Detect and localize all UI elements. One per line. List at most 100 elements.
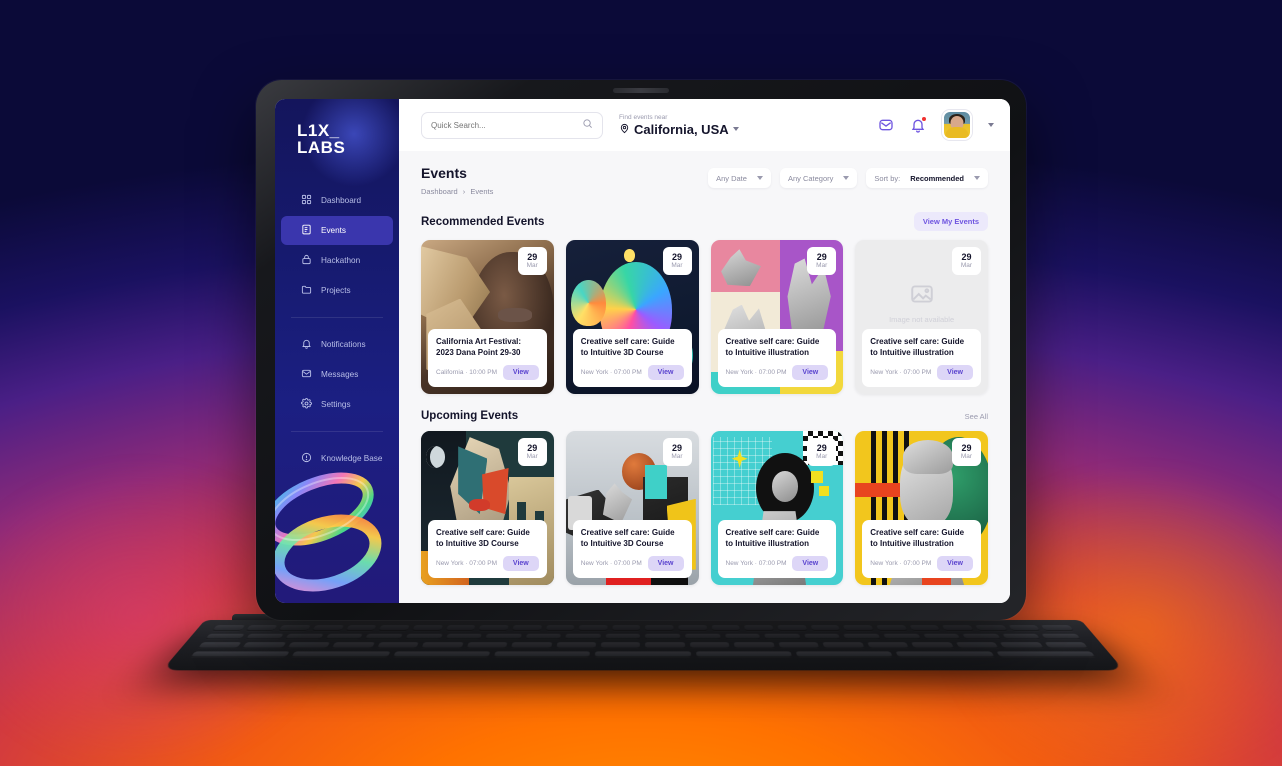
upcoming-events-grid: 29 Mar Creative self care: Guide to Intuit… bbox=[421, 431, 988, 585]
breadcrumb-current: Events bbox=[470, 187, 494, 196]
event-meta: New York · 07:00 PM bbox=[725, 369, 787, 376]
event-view-button[interactable]: View bbox=[647, 365, 684, 380]
event-card-footer: California · 10:00 PM View bbox=[436, 365, 539, 380]
event-title: Creative self care: Guide to Intuitive i… bbox=[870, 337, 965, 357]
event-view-button[interactable]: View bbox=[792, 365, 829, 380]
event-card[interactable]: 29 Mar California Art Festival: 2023 Dana … bbox=[421, 240, 554, 394]
sidebar-item-dashboard[interactable]: Dashboard bbox=[281, 186, 393, 215]
keyboard-key bbox=[493, 651, 591, 658]
filter-sort-by[interactable]: Sort by: Recommended bbox=[866, 168, 988, 188]
event-card[interactable]: 29 Mar Creative self care: Guide to Intuit… bbox=[421, 431, 554, 585]
location-pin-icon bbox=[619, 122, 630, 137]
event-date-day: 29 bbox=[961, 252, 972, 262]
location-selector[interactable]: Find events near California, USA bbox=[619, 114, 739, 137]
event-card[interactable]: 29 Mar Creative self care: Guide to Intuit… bbox=[565, 240, 699, 394]
scene: L1X_ LABS Dashboard Events Hackathon Pro… bbox=[0, 0, 1282, 766]
topbar: Find events near California, USA bbox=[399, 99, 1010, 151]
event-date-month: Mar bbox=[526, 453, 538, 460]
keyboard-key bbox=[695, 651, 793, 658]
event-card[interactable]: 29 Mar Creative self care: Guide to Intuit… bbox=[710, 240, 844, 394]
event-card[interactable]: 29 Mar Creative self care: Guide to Intuit… bbox=[710, 431, 844, 585]
keyboard-dock bbox=[161, 620, 1125, 671]
event-date-day: 29 bbox=[527, 443, 538, 453]
keyboard-key bbox=[867, 642, 909, 649]
event-date-month: Mar bbox=[671, 453, 683, 460]
search-box[interactable] bbox=[421, 111, 603, 139]
keyboard-key bbox=[778, 642, 820, 649]
image-placeholder-text: Image not available bbox=[889, 314, 955, 324]
event-card-info: Creative self care: Guide to Intuitive i… bbox=[717, 520, 837, 578]
event-view-button[interactable]: View bbox=[502, 556, 539, 571]
sidebar-item-messages[interactable]: Messages bbox=[281, 360, 393, 389]
notifications-button[interactable] bbox=[910, 116, 927, 133]
keyboard-key bbox=[1044, 642, 1089, 649]
sidebar-item-projects[interactable]: Projects bbox=[281, 276, 393, 305]
event-date-badge: 29 Mar bbox=[517, 247, 547, 275]
event-view-button[interactable]: View bbox=[647, 556, 684, 571]
event-date-day: 29 bbox=[816, 252, 827, 262]
event-view-button[interactable]: View bbox=[792, 556, 829, 571]
event-date-badge: 29 Mar bbox=[807, 438, 837, 466]
sidebar-item-knowledge-base[interactable]: Knowledge Base bbox=[281, 444, 393, 473]
keyboard-key bbox=[612, 625, 641, 631]
search-input[interactable] bbox=[431, 120, 576, 130]
location-label: Find events near bbox=[619, 113, 668, 121]
avatar-body bbox=[945, 127, 969, 138]
event-view-button[interactable]: View bbox=[937, 365, 973, 380]
event-date-month: Mar bbox=[671, 262, 683, 269]
event-title: Creative self care: Guide to Intuitive i… bbox=[870, 528, 965, 548]
app-logo[interactable]: L1X_ LABS bbox=[275, 99, 399, 156]
sidebar-item-events[interactable]: Events bbox=[281, 216, 393, 245]
breadcrumb: Dashboard › Events bbox=[421, 187, 493, 196]
event-view-button[interactable]: View bbox=[937, 556, 973, 571]
event-card[interactable]: Image not available 29 Mar Creative self ca… bbox=[855, 240, 988, 394]
filter-any-category[interactable]: Any Category bbox=[779, 168, 858, 188]
keyboard-key bbox=[466, 642, 508, 649]
breadcrumb-root[interactable]: Dashboard bbox=[421, 187, 458, 196]
keyboard-key bbox=[689, 642, 730, 649]
keyboard-key bbox=[678, 625, 708, 631]
view-my-events-button[interactable]: View My Events bbox=[913, 212, 988, 231]
keyboard-key bbox=[685, 633, 721, 640]
messages-button[interactable] bbox=[878, 117, 894, 133]
keyboard-key bbox=[734, 642, 775, 649]
account-chevron-down-icon[interactable] bbox=[988, 123, 994, 127]
event-card-info: Creative self care: Guide to Intuitive i… bbox=[862, 329, 981, 387]
keyboard-key bbox=[525, 633, 562, 640]
event-card[interactable]: 29 Mar Creative self care: Guide to Intuit… bbox=[565, 431, 699, 585]
event-date-badge: 29 Mar bbox=[952, 247, 981, 275]
chevron-down-icon[interactable] bbox=[732, 127, 739, 131]
keyboard-key bbox=[365, 633, 403, 640]
see-all-link[interactable]: See All bbox=[965, 412, 988, 421]
keyboard-key bbox=[291, 651, 391, 658]
filter-label: Any Category bbox=[787, 173, 834, 183]
filter-any-date[interactable]: Any Date bbox=[708, 168, 771, 188]
keyboard-key bbox=[764, 633, 801, 640]
keyboard-key bbox=[190, 651, 291, 658]
keyboard-key bbox=[565, 633, 601, 640]
sidebar-item-hackathon[interactable]: Hackathon bbox=[281, 246, 393, 275]
avatar[interactable] bbox=[942, 110, 972, 140]
keyboard-key bbox=[212, 625, 245, 631]
keyboard-key bbox=[405, 633, 443, 640]
sidebar-item-settings[interactable]: Settings bbox=[281, 390, 393, 419]
chevron-down-icon bbox=[756, 176, 763, 180]
event-date-badge: 29 Mar bbox=[517, 438, 547, 466]
info-icon bbox=[301, 452, 312, 465]
event-card[interactable]: 29 Mar Creative self care: Guide to Intuit… bbox=[855, 431, 988, 585]
main-content: Find events near California, USA bbox=[399, 99, 1010, 603]
event-meta: California · 10:00 PM bbox=[436, 369, 498, 376]
event-view-button[interactable]: View bbox=[502, 365, 539, 380]
upcoming-title: Upcoming Events bbox=[421, 410, 519, 422]
grid-icon bbox=[301, 194, 312, 207]
event-title: Creative self care: Guide to Intuitive i… bbox=[725, 528, 820, 548]
sidebar-item-notifications[interactable]: Notifications bbox=[281, 330, 393, 359]
sidebar-divider-1 bbox=[291, 317, 383, 318]
keyboard-key bbox=[883, 633, 921, 640]
keyboard-key bbox=[777, 625, 808, 631]
lock-icon bbox=[301, 254, 312, 267]
sidebar-item-label: Projects bbox=[321, 286, 351, 295]
tablet-screen: L1X_ LABS Dashboard Events Hackathon Pro… bbox=[275, 99, 1010, 603]
keyboard-key bbox=[512, 625, 542, 631]
page-title: Events bbox=[421, 165, 467, 181]
